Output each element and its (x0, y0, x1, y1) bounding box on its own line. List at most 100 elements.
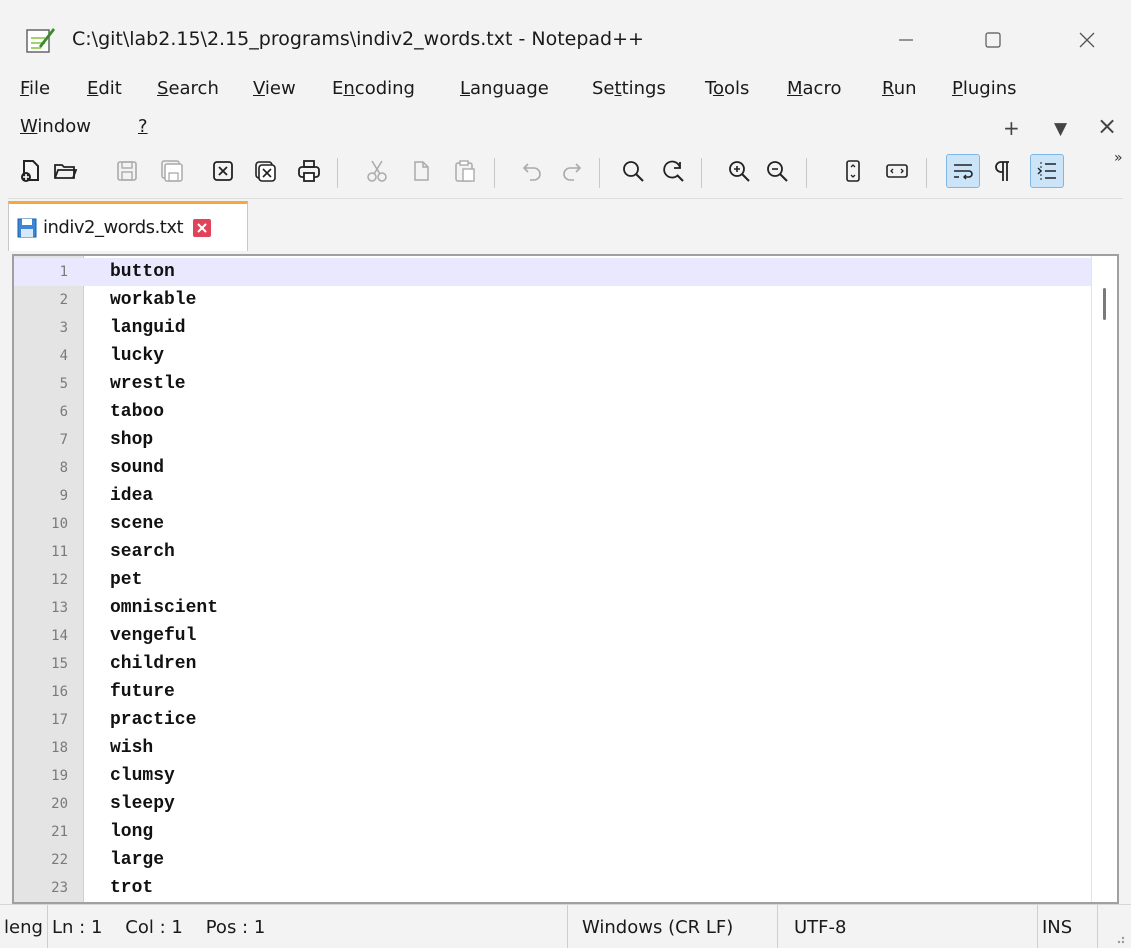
show-all-characters-button[interactable] (986, 154, 1020, 188)
text-line[interactable]: 6 taboo (14, 398, 1091, 426)
line-number: 11 (51, 544, 68, 560)
text-line[interactable]: 22 large (14, 846, 1091, 874)
redo-button[interactable] (554, 154, 588, 188)
text-line[interactable]: 17 practice (14, 706, 1091, 734)
text-line[interactable]: 23 trot (14, 874, 1091, 902)
replace-button[interactable] (656, 154, 690, 188)
toolbar-separator (926, 158, 927, 188)
vertical-scrollbar[interactable] (1091, 256, 1117, 902)
text-line[interactable]: 18 wish (14, 734, 1091, 762)
line-number: 4 (59, 348, 68, 364)
print-button[interactable] (292, 154, 326, 188)
line-number: 9 (59, 488, 68, 504)
line-text: sound (110, 458, 165, 478)
menu-run[interactable]: Run (882, 78, 917, 99)
line-text: children (110, 654, 197, 674)
text-line[interactable]: 10 scene (14, 510, 1091, 538)
toolbar-overflow-chevron[interactable]: » (1114, 150, 1123, 166)
text-line[interactable]: 13 omniscient (14, 594, 1091, 622)
toolbar-separator (701, 158, 702, 188)
menu-view[interactable]: View (253, 78, 296, 99)
close-icon (1079, 32, 1095, 48)
menu-window[interactable]: Window (20, 116, 91, 137)
copy-button[interactable] (404, 154, 438, 188)
text-line[interactable]: 2 workable (14, 286, 1091, 314)
close-document-button[interactable]: × (1097, 112, 1117, 140)
minimize-button[interactable] (883, 18, 929, 62)
line-number: 22 (51, 852, 68, 868)
line-number: 18 (51, 740, 68, 756)
status-position: Ln : 1 Col : 1 Pos : 1 (48, 905, 568, 948)
line-text: idea (110, 486, 154, 506)
zoom-in-icon (729, 161, 750, 182)
new-tab-plus-button[interactable]: + (1003, 116, 1020, 140)
close-all-button[interactable] (248, 154, 282, 188)
word-wrap-icon (954, 164, 973, 180)
tab-indiv2-words[interactable]: indiv2_words.txt (8, 201, 248, 251)
text-line[interactable]: 12 pet (14, 566, 1091, 594)
zoom-out-button[interactable] (760, 154, 794, 188)
menu-encoding[interactable]: Encoding (332, 78, 415, 99)
zoom-in-button[interactable] (722, 154, 756, 188)
text-line[interactable]: 9 idea (14, 482, 1091, 510)
tab-list-dropdown-button[interactable]: ▼ (1054, 119, 1067, 139)
text-line[interactable]: 21 long (14, 818, 1091, 846)
open-file-button[interactable] (48, 154, 82, 188)
status-encoding[interactable]: UTF-8 (778, 905, 1038, 948)
save-all-button[interactable] (155, 154, 189, 188)
maximize-button[interactable] (970, 18, 1016, 62)
menu-language[interactable]: Language (460, 78, 549, 99)
text-line[interactable]: 16 future (14, 678, 1091, 706)
menu-edit[interactable]: Edit (87, 78, 122, 99)
text-line[interactable]: 11 search (14, 538, 1091, 566)
close-window-button[interactable] (1064, 18, 1110, 62)
line-text: trot (110, 878, 154, 898)
text-line[interactable]: 1 button (14, 258, 1091, 286)
pilcrow-icon (995, 161, 1009, 181)
line-number: 2 (59, 292, 68, 308)
close-file-button[interactable] (206, 154, 240, 188)
text-line[interactable]: 19 clumsy (14, 762, 1091, 790)
menu-search[interactable]: Search (157, 78, 219, 99)
menu-macro[interactable]: Macro (787, 78, 841, 99)
new-file-icon (21, 160, 39, 182)
tab-label: indiv2_words.txt (43, 217, 184, 238)
close-all-icon (255, 161, 276, 182)
text-line[interactable]: 8 sound (14, 454, 1091, 482)
replace-icon (663, 160, 684, 182)
scrollbar-thumb[interactable] (1103, 288, 1106, 320)
resize-grip-icon[interactable] (1110, 929, 1126, 945)
word-wrap-button[interactable] (946, 154, 980, 188)
line-text: taboo (110, 402, 165, 422)
find-button[interactable] (616, 154, 650, 188)
menu-help[interactable]: ? (138, 116, 148, 137)
cut-button[interactable] (360, 154, 394, 188)
status-eol[interactable]: Windows (CR LF) (568, 905, 778, 948)
paste-button[interactable] (448, 154, 482, 188)
menu-settings[interactable]: Settings (592, 78, 666, 99)
text-line[interactable]: 3 languid (14, 314, 1091, 342)
sync-vertical-scroll-button[interactable] (836, 154, 870, 188)
new-file-button[interactable] (14, 154, 48, 188)
text-lines: 1 button 2 workable 3 languid 4 lucky 5 wrestle 6 t… (14, 258, 1091, 902)
menu-tools[interactable]: Tools (705, 78, 749, 99)
tab-close-button[interactable] (193, 218, 212, 237)
find-icon (623, 161, 644, 182)
menu-plugins[interactable]: Plugins (952, 78, 1016, 99)
copy-icon (414, 161, 429, 181)
menu-file[interactable]: File (20, 78, 50, 99)
text-line[interactable]: 20 sleepy (14, 790, 1091, 818)
text-line[interactable]: 4 lucky (14, 342, 1091, 370)
indent-guide-button[interactable] (1030, 154, 1064, 188)
line-number: 17 (51, 712, 68, 728)
text-line[interactable]: 5 wrestle (14, 370, 1091, 398)
save-button[interactable] (110, 154, 144, 188)
text-line[interactable]: 14 vengeful (14, 622, 1091, 650)
sync-horizontal-scroll-button[interactable] (880, 154, 914, 188)
editor-area[interactable]: 1 button 2 workable 3 languid 4 lucky 5 wrestle 6 t… (12, 254, 1119, 904)
undo-button[interactable] (516, 154, 550, 188)
minimize-icon (899, 39, 913, 41)
text-line[interactable]: 15 children (14, 650, 1091, 678)
text-line[interactable]: 7 shop (14, 426, 1091, 454)
status-insert-mode[interactable]: INS (1038, 905, 1098, 948)
